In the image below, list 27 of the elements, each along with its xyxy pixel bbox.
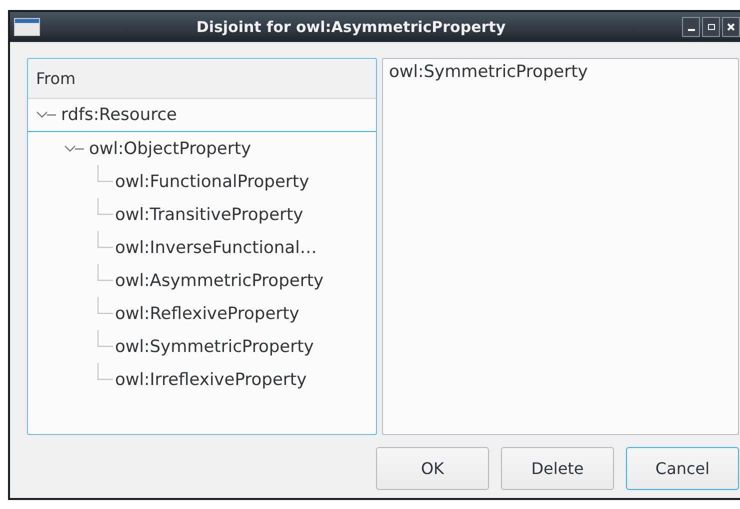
tree-branch-icon [97, 231, 113, 248]
window-icon [14, 18, 40, 36]
list-item[interactable]: owl:SymmetricProperty [383, 59, 738, 85]
column-header: From [28, 60, 376, 99]
dialog-button[interactable]: Delete [501, 447, 614, 490]
tree-item[interactable]: owl:AsymmetricProperty [28, 264, 376, 297]
tree-item[interactable]: owl:IrreflexiveProperty [28, 363, 376, 396]
tree-item[interactable]: owl:ObjectProperty [28, 132, 376, 165]
tree-branch-icon [97, 330, 113, 347]
tree-item[interactable]: owl:TransitiveProperty [28, 198, 376, 231]
tree-item[interactable]: rdfs:Resource [28, 99, 376, 132]
tree-branch-icon [97, 198, 113, 215]
tree-branch-icon [97, 264, 113, 281]
tree-item[interactable]: owl:SymmetricProperty [28, 330, 376, 363]
dialog-button[interactable]: Cancel [626, 447, 739, 490]
tree-branch-icon [97, 363, 113, 380]
tree-branch-icon [97, 297, 113, 314]
maximize-button[interactable] [702, 17, 720, 37]
window-title: Disjoint for owl:AsymmetricProperty [195, 18, 507, 36]
tree-item[interactable]: owl:ReflexiveProperty [28, 297, 376, 330]
dialog-button[interactable]: OK [376, 447, 489, 490]
minimize-button[interactable] [682, 17, 700, 37]
tree-item[interactable]: owl:InverseFunctional… [28, 231, 376, 264]
tree-item[interactable]: owl:FunctionalProperty [28, 165, 376, 198]
tree-branch-icon [97, 165, 113, 182]
close-button[interactable] [722, 17, 740, 37]
close-icon [727, 23, 735, 31]
